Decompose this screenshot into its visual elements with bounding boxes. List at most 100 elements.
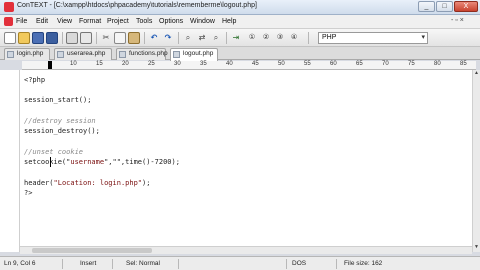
code-token: setcookie(" <box>24 158 71 166</box>
open-file-icon[interactable] <box>18 32 30 44</box>
user-command-3-icon[interactable]: ③ <box>274 32 286 44</box>
ruler-cursor-marker <box>48 61 52 69</box>
menu-tools[interactable]: Tools <box>136 18 152 25</box>
status-separator <box>62 259 63 269</box>
window-title: ConTEXT - [C:\xampp\htdocs\phpacademy\tu… <box>17 2 257 9</box>
code-token-string: "Location: login.php" <box>53 179 143 187</box>
menu-file[interactable]: File <box>16 18 27 25</box>
toolbar-separator <box>226 32 227 44</box>
tab-functions-php[interactable]: functions.php <box>116 48 168 60</box>
code-editor[interactable]: <?php session_start(); //destroy session… <box>20 70 472 252</box>
indent-icon[interactable]: ⇥ <box>230 32 242 44</box>
vertical-scrollbar[interactable]: ▲ ▼ <box>472 70 480 252</box>
ruler-mark: 35 <box>200 61 207 67</box>
code-line-3: session_start(); <box>24 96 92 104</box>
line-ending-format: DOS <box>292 260 307 267</box>
ruler-mark: 25 <box>148 61 155 67</box>
cursor-position: Ln 9, Col 6 <box>4 260 36 267</box>
ruler-mark: 40 <box>226 61 233 67</box>
toolbar-separator <box>62 32 63 44</box>
paste-icon[interactable] <box>128 32 140 44</box>
language-select[interactable]: PHP ▾ <box>318 32 428 44</box>
toolbar-separator <box>308 32 309 44</box>
user-command-2-icon[interactable]: ② <box>260 32 272 44</box>
app-logo-icon <box>4 2 14 12</box>
find-icon[interactable]: ⌕ <box>182 32 194 44</box>
ruler-mark: 85 <box>460 61 467 67</box>
language-select-value: PHP <box>322 34 337 41</box>
toolbar-separator <box>96 32 97 44</box>
title-bar: ConTEXT - [C:\xampp\htdocs\phpacademy\tu… <box>0 0 480 15</box>
replace-icon[interactable]: ⇄ <box>196 32 208 44</box>
status-separator <box>178 259 179 269</box>
status-separator <box>112 259 113 269</box>
menu-options[interactable]: Options <box>159 18 183 25</box>
php-file-icon <box>173 51 180 58</box>
user-command-4-icon[interactable]: ④ <box>288 32 300 44</box>
text-caret <box>50 157 51 167</box>
tab-userarea-php[interactable]: userarea.php <box>54 48 112 60</box>
php-file-icon <box>119 51 126 58</box>
cut-icon[interactable]: ✂ <box>100 32 112 44</box>
minimize-button[interactable]: _ <box>418 1 435 12</box>
ruler-mark: 60 <box>330 61 337 67</box>
save-icon[interactable] <box>32 32 44 44</box>
user-command-1-icon[interactable]: ① <box>246 32 258 44</box>
print-preview-icon[interactable] <box>80 32 92 44</box>
code-line-9: setcookie("username","",time()-7200); <box>24 158 180 166</box>
close-button[interactable]: X <box>454 1 478 12</box>
tab-label: logout.php <box>183 50 214 57</box>
menu-window[interactable]: Window <box>190 18 215 25</box>
code-line-5: //destroy session <box>24 117 96 125</box>
menu-format[interactable]: Format <box>79 18 101 25</box>
chevron-down-icon: ▾ <box>421 34 425 41</box>
ruler-mark: 75 <box>408 61 415 67</box>
ruler-mark: 30 <box>174 61 181 67</box>
insert-mode: Insert <box>80 260 97 267</box>
maximize-button[interactable]: □ <box>436 1 453 12</box>
menu-edit[interactable]: Edit <box>36 18 48 25</box>
redo-icon[interactable]: ↷ <box>162 32 174 44</box>
copy-icon[interactable] <box>114 32 126 44</box>
status-bar: Ln 9, Col 6 Insert Sel: Normal DOS File … <box>0 256 480 270</box>
code-token: ); <box>142 179 151 187</box>
status-separator <box>336 259 337 269</box>
print-icon[interactable] <box>66 32 78 44</box>
tab-label: login.php <box>17 50 44 57</box>
ruler-mark: 50 <box>278 61 285 67</box>
horizontal-scroll-thumb[interactable] <box>32 248 152 253</box>
tab-label: functions.php <box>129 50 168 57</box>
code-line-11: header("Location: login.php"); <box>24 179 150 187</box>
save-all-icon[interactable] <box>46 32 58 44</box>
scroll-down-icon[interactable]: ▼ <box>473 244 480 252</box>
code-line-1: <?php <box>24 76 46 84</box>
toolbar: ✂ ↶ ↷ ⌕ ⇄ ⌕ ⇥ ① ② ③ ④ PHP ▾ <box>0 29 480 47</box>
ruler-mark: 15 <box>96 61 103 67</box>
ruler-mark: 45 <box>252 61 259 67</box>
code-token: ","",time()-7200); <box>104 158 180 166</box>
line-gutter[interactable] <box>0 70 20 252</box>
code-token: header( <box>24 179 54 187</box>
undo-icon[interactable]: ↶ <box>148 32 160 44</box>
find-next-icon[interactable]: ⌕ <box>210 32 222 44</box>
scroll-up-icon[interactable]: ▲ <box>473 70 480 78</box>
document-window-controls[interactable]: - ▫ × <box>451 17 464 24</box>
tab-label: userarea.php <box>67 50 106 57</box>
selection-mode: Sel: Normal <box>126 260 160 267</box>
menu-help[interactable]: Help <box>222 18 236 25</box>
tab-logout-php[interactable]: logout.php <box>170 48 218 61</box>
ruler-mark: 80 <box>434 61 441 67</box>
file-tab-bar: login.php userarea.php functions.php log… <box>0 47 480 61</box>
ruler-mark: 10 <box>70 61 77 67</box>
ruler-mark: 55 <box>304 61 311 67</box>
tab-login-php[interactable]: login.php <box>4 48 50 60</box>
menu-project[interactable]: Project <box>107 18 129 25</box>
new-file-icon[interactable] <box>4 32 16 44</box>
php-file-icon <box>57 51 64 58</box>
menu-view[interactable]: View <box>57 18 72 25</box>
status-separator <box>286 259 287 269</box>
code-line-12: ?> <box>24 189 33 197</box>
document-icon[interactable] <box>4 17 13 26</box>
horizontal-scrollbar[interactable] <box>20 246 472 254</box>
menu-bar: File Edit View Format Project Tools Opti… <box>0 15 480 29</box>
